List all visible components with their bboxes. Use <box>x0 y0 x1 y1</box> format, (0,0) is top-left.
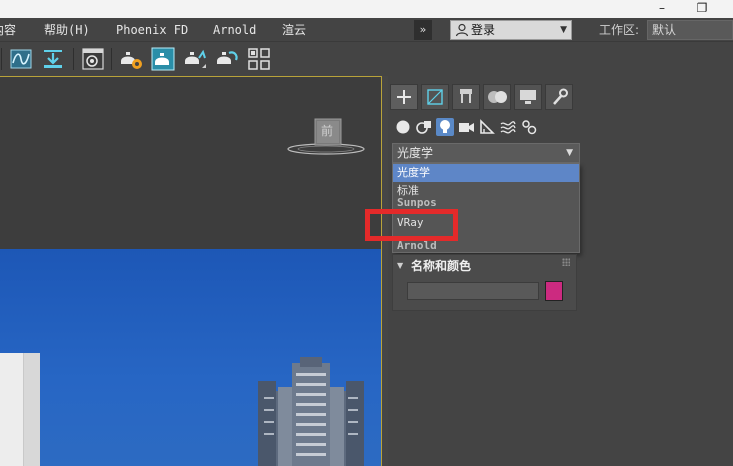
tab-modify[interactable] <box>421 84 449 110</box>
tab-display[interactable] <box>514 84 542 110</box>
render-production-icon[interactable] <box>182 46 208 72</box>
light-type-value: 光度学 <box>397 146 434 160</box>
annotation-highlight-box <box>365 209 458 241</box>
object-name-field[interactable] <box>407 282 539 300</box>
rollout-grip-icon[interactable] <box>562 258 570 266</box>
motion-icon <box>488 91 507 103</box>
monitor-icon <box>520 90 536 104</box>
curve-editor-icon[interactable] <box>8 46 34 72</box>
login-dropdown[interactable]: 登录 ▼ <box>450 20 572 40</box>
option-photometric[interactable]: 光度学 <box>393 164 579 182</box>
tab-motion[interactable] <box>483 84 511 110</box>
camera-icon[interactable] <box>457 118 475 136</box>
name-and-color-rollout: ▼ 名称和颜色 <box>392 254 577 311</box>
create-subcategories <box>392 116 552 138</box>
chevron-down-icon: ▼ <box>566 148 573 158</box>
title-bar: – ❐ <box>0 0 733 18</box>
app-window: – ❐ 内容 帮助(H) Phoenix FD Arnold 渲云 » 登录 ▼… <box>0 0 733 466</box>
command-panel-tabs <box>390 84 578 110</box>
plus-icon <box>397 90 411 104</box>
render-iterative-icon[interactable] <box>214 46 240 72</box>
toolbar-separator <box>1 48 2 70</box>
light-type-dropdown[interactable]: 光度学 ▼ <box>392 143 580 163</box>
command-panel: 光度学 ▼ 光度学 标准 Sunpos VRay Arnold ▼ 名称和颜色 <box>388 76 733 466</box>
menu-overflow-button[interactable]: » <box>414 20 432 40</box>
space-warps-icon[interactable] <box>499 118 517 136</box>
workspace-label: 工作区: <box>599 23 640 37</box>
user-icon <box>455 23 469 37</box>
collapse-arrow-icon: ▼ <box>397 261 404 270</box>
chevron-down-icon: ▼ <box>560 25 567 35</box>
menu-xuanyun[interactable]: 渲云 <box>282 21 306 39</box>
main-toolbar <box>0 42 733 76</box>
helpers-icon[interactable] <box>478 118 496 136</box>
geometry-icon[interactable] <box>394 118 412 136</box>
tab-utilities[interactable] <box>545 84 573 110</box>
menu-arnold[interactable]: Arnold <box>213 21 256 39</box>
wrench-icon <box>553 88 568 105</box>
object-color-swatch[interactable] <box>545 281 563 301</box>
option-sunpos[interactable]: Sunpos <box>393 196 579 209</box>
photo-skyscraper <box>258 357 364 466</box>
viewcube-front-label: 前 <box>320 124 333 138</box>
restore-button[interactable]: ❐ <box>688 0 716 18</box>
menu-content[interactable]: 内容 <box>0 21 16 39</box>
tab-hierarchy[interactable] <box>452 84 480 110</box>
material-editor-icon[interactable] <box>80 46 106 72</box>
rollout-title: 名称和颜色 <box>411 259 472 273</box>
menu-phoenix-fd[interactable]: Phoenix FD <box>116 21 188 39</box>
render-setup-icon[interactable] <box>118 46 144 72</box>
workspace-select[interactable]: 默认 <box>647 20 733 40</box>
render-region-icon[interactable] <box>246 46 272 72</box>
tab-create[interactable] <box>390 84 418 110</box>
hierarchy-icon <box>460 89 472 103</box>
toolbar-separator <box>73 48 74 70</box>
shapes-icon[interactable] <box>415 118 433 136</box>
toolbar-separator <box>111 48 112 70</box>
background-photo <box>0 249 381 466</box>
menu-help[interactable]: 帮助(H) <box>44 21 90 39</box>
minimize-button[interactable]: – <box>648 0 676 18</box>
lights-category-button[interactable] <box>436 118 454 136</box>
viewport-perspective[interactable]: 前 <box>0 76 382 466</box>
workspace-value: 默认 <box>652 23 677 37</box>
modify-icon <box>427 89 443 105</box>
menu-bar: 内容 帮助(H) Phoenix FD Arnold 渲云 » 登录 ▼ 工作区… <box>0 18 733 42</box>
systems-icon[interactable] <box>520 118 538 136</box>
rendered-frame-icon[interactable] <box>150 46 176 72</box>
photo-building-edge <box>0 353 24 466</box>
save-down-icon[interactable] <box>40 46 66 72</box>
lightbulb-icon <box>440 120 450 133</box>
login-label: 登录 <box>471 23 496 37</box>
